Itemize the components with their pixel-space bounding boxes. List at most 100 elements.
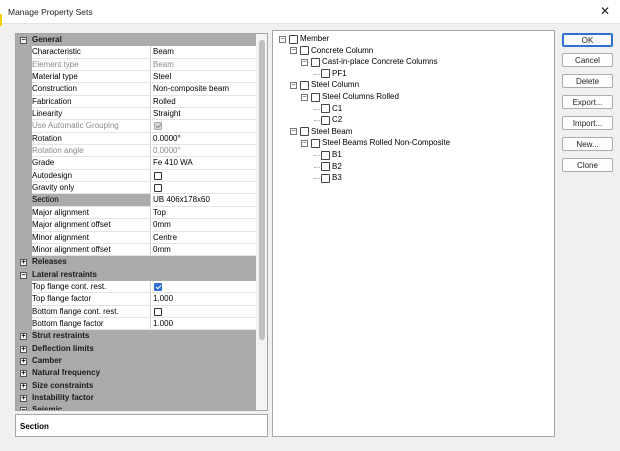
export-button[interactable]: Export...: [562, 95, 613, 109]
tree-node[interactable]: B3: [312, 172, 533, 184]
tree-collapse-icon[interactable]: −: [290, 128, 297, 136]
property-row[interactable]: Linearity Straight: [16, 108, 256, 121]
property-checkbox-cell[interactable]: [152, 170, 256, 183]
category-seismic[interactable]: − Seismic: [16, 404, 256, 410]
tree-collapse-icon[interactable]: −: [301, 93, 308, 101]
category-size-constraints[interactable]: + Size constraints: [16, 379, 256, 392]
clone-button[interactable]: Clone: [562, 158, 613, 172]
property-checkbox-cell[interactable]: [152, 182, 256, 195]
tree-node-checkbox[interactable]: [321, 115, 330, 125]
property-checkbox-cell[interactable]: [152, 281, 256, 294]
property-row[interactable]: Section UB 406x178x60: [16, 194, 256, 207]
import-button[interactable]: Import...: [562, 116, 613, 130]
property-row[interactable]: Rotation angle 0.0000°: [16, 145, 256, 158]
tree-node-checkbox[interactable]: [289, 34, 298, 44]
property-value[interactable]: 0.0000°: [152, 133, 256, 146]
property-value[interactable]: Centre: [152, 232, 256, 244]
tree-node[interactable]: − Steel Column: [290, 79, 533, 91]
category-lateral-restraints[interactable]: − Lateral restraints: [16, 268, 256, 281]
tree-node[interactable]: C1: [312, 103, 533, 115]
expand-icon[interactable]: +: [20, 333, 27, 341]
property-row[interactable]: Minor alignment Centre: [16, 231, 256, 244]
property-row[interactable]: Rotation 0.0000°: [16, 132, 256, 146]
tree-node-checkbox[interactable]: [311, 92, 320, 102]
property-row[interactable]: Top flange factor 1.000: [16, 293, 256, 306]
category-general[interactable]: − General: [16, 34, 256, 47]
property-value[interactable]: Rolled: [152, 96, 256, 109]
tree-node-checkbox[interactable]: [300, 46, 309, 56]
property-value[interactable]: UB 406x178x60: [152, 194, 256, 207]
tree-node[interactable]: − Member: [279, 33, 533, 45]
property-value[interactable]: Non-composite beam: [152, 83, 256, 96]
tree-node[interactable]: − Steel Beams Rolled Non-Composite: [301, 137, 533, 149]
tree-node-checkbox[interactable]: [311, 138, 320, 148]
ok-button[interactable]: OK: [562, 33, 613, 47]
property-row[interactable]: Grade Fe 410 WA: [16, 157, 256, 170]
property-value[interactable]: Beam: [152, 46, 256, 59]
property-row[interactable]: Bottom flange cont. rest.: [16, 305, 256, 318]
property-row[interactable]: Gravity only: [16, 182, 256, 195]
tree-collapse-icon[interactable]: −: [290, 47, 297, 55]
expand-icon[interactable]: +: [20, 357, 27, 365]
collapse-icon[interactable]: −: [20, 271, 27, 279]
tree-node-checkbox[interactable]: [321, 173, 330, 183]
property-checkbox[interactable]: [154, 171, 162, 180]
tree-node-checkbox[interactable]: [300, 80, 309, 90]
expand-icon[interactable]: +: [20, 259, 27, 267]
property-row[interactable]: Material type Steel: [16, 71, 256, 84]
property-checkbox[interactable]: [154, 184, 162, 193]
property-row[interactable]: Fabrication Rolled: [16, 95, 256, 109]
category-strut-restraints[interactable]: + Strut restraints: [16, 330, 256, 343]
property-checkbox-cell[interactable]: [152, 306, 256, 318]
property-row[interactable]: Major alignment offset 0mm: [16, 219, 256, 232]
tree-collapse-icon[interactable]: −: [301, 58, 308, 66]
tree-node[interactable]: B2: [312, 161, 533, 173]
property-value[interactable]: Straight: [152, 108, 256, 121]
property-row[interactable]: Bottom flange factor 1.000: [16, 317, 256, 331]
category-instability-factor[interactable]: + Instability factor: [16, 391, 256, 405]
category-natural-frequency[interactable]: + Natural frequency: [16, 367, 256, 380]
property-row[interactable]: Characteristic Beam: [16, 46, 256, 59]
property-row[interactable]: Construction Non-composite beam: [16, 83, 256, 96]
cancel-button[interactable]: Cancel: [562, 53, 613, 67]
property-grid-scrollbar[interactable]: [256, 34, 267, 410]
property-checkbox[interactable]: [154, 282, 162, 291]
tree-node-checkbox[interactable]: [300, 127, 309, 137]
close-icon[interactable]: ✕: [600, 4, 610, 18]
property-row[interactable]: Major alignment Top: [16, 206, 256, 220]
property-row[interactable]: Minor alignment offset 0mm: [16, 243, 256, 257]
tree-collapse-icon[interactable]: −: [301, 139, 308, 147]
property-value[interactable]: 1.000: [152, 318, 256, 331]
property-checkbox[interactable]: [154, 307, 162, 316]
collapse-icon[interactable]: −: [20, 37, 27, 44]
new-button[interactable]: New...: [562, 137, 613, 151]
tree-node-checkbox[interactable]: [321, 69, 330, 79]
category-releases[interactable]: + Releases: [16, 256, 256, 269]
property-value[interactable]: 0mm: [152, 219, 256, 232]
tree-node[interactable]: − Steel Beam: [290, 126, 533, 138]
tree-node[interactable]: PF1: [312, 68, 533, 80]
property-row[interactable]: Autodesign: [16, 169, 256, 183]
expand-icon[interactable]: +: [20, 370, 27, 378]
tree-node-checkbox[interactable]: [321, 104, 330, 114]
property-value[interactable]: Top: [152, 207, 256, 220]
expand-icon[interactable]: +: [20, 382, 27, 390]
delete-button[interactable]: Delete: [562, 74, 613, 88]
property-row[interactable]: Use Automatic Grouping: [16, 120, 256, 133]
tree-node[interactable]: C2: [312, 114, 533, 126]
tree-node-checkbox[interactable]: [321, 162, 330, 172]
category-deflection-limits[interactable]: + Deflection limits: [16, 342, 256, 355]
tree-node[interactable]: − Cast-in-place Concrete Columns: [301, 56, 533, 68]
category-camber[interactable]: + Camber: [16, 354, 256, 368]
property-value[interactable]: 0mm: [152, 244, 256, 257]
property-value[interactable]: Steel: [152, 71, 256, 84]
tree-collapse-icon[interactable]: −: [290, 81, 297, 89]
expand-icon[interactable]: +: [20, 345, 27, 353]
tree-node-checkbox[interactable]: [321, 150, 330, 160]
tree-node[interactable]: − Concrete Column: [290, 45, 533, 57]
tree-collapse-icon[interactable]: −: [279, 35, 286, 43]
property-row[interactable]: Top flange cont. rest.: [16, 280, 256, 294]
property-value[interactable]: Fe 410 WA: [152, 157, 256, 170]
tree-node[interactable]: − Steel Columns Rolled: [301, 91, 533, 103]
property-value[interactable]: 1.000: [152, 293, 256, 306]
